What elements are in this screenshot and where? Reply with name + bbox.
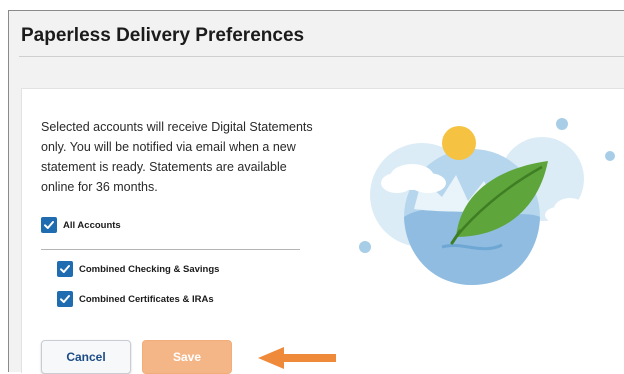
checkbox-all-accounts[interactable]: All Accounts (41, 217, 121, 233)
save-button[interactable]: Save (142, 340, 232, 374)
checkbox-label: Combined Certificates & IRAs (79, 293, 214, 305)
checkmark-icon (44, 221, 54, 229)
accounts-divider (41, 249, 300, 250)
leaf-earth-illustration (359, 118, 615, 285)
preferences-card: Selected accounts will receive Digital S… (21, 88, 624, 374)
checkbox-box[interactable] (41, 217, 57, 233)
cancel-button[interactable]: Cancel (41, 340, 131, 374)
checkbox-box[interactable] (57, 291, 73, 307)
sun-icon (442, 126, 476, 160)
checkbox-label: Combined Checking & Savings (79, 263, 220, 275)
checkbox-box[interactable] (57, 261, 73, 277)
dot-decoration (359, 241, 371, 253)
statement-description: Selected accounts will receive Digital S… (41, 120, 313, 194)
checkbox-label: All Accounts (63, 219, 121, 231)
dot-decoration (556, 118, 568, 130)
checkmark-icon (60, 295, 70, 303)
checkbox-combined-certificates-iras[interactable]: Combined Certificates & IRAs (57, 291, 214, 307)
preferences-panel: Paperless Delivery Preferences Selected … (8, 10, 624, 374)
title-divider (19, 56, 624, 57)
arrow-left-icon (258, 347, 336, 369)
page-title: Paperless Delivery Preferences (21, 25, 305, 46)
checkmark-icon (60, 265, 70, 273)
checkbox-combined-checking-savings[interactable]: Combined Checking & Savings (57, 261, 219, 277)
dot-decoration (605, 151, 615, 161)
